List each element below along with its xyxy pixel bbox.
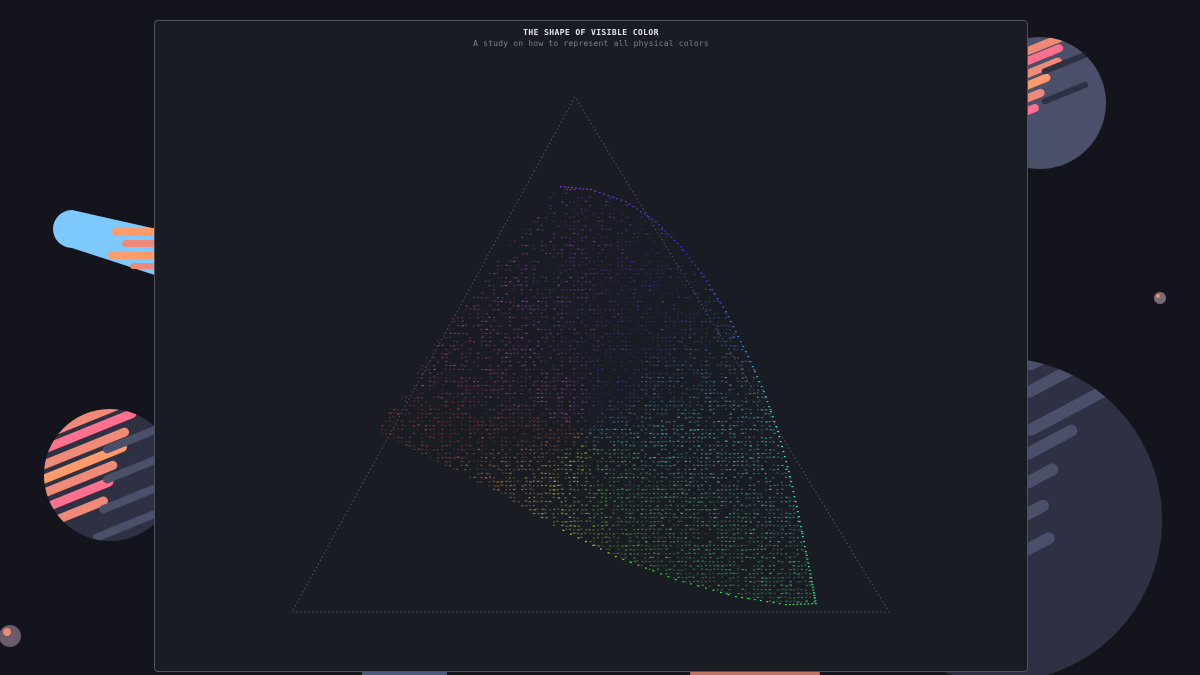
- moon-icon: [0, 625, 21, 647]
- dotted-triangle-icon: [291, 96, 890, 613]
- visualization-panel: THE SHAPE OF VISIBLE COLOR A study on ho…: [154, 20, 1028, 672]
- gamut-visualization: [291, 96, 890, 613]
- color-dot-cloud: [380, 186, 817, 606]
- moon-icon: [1154, 292, 1166, 304]
